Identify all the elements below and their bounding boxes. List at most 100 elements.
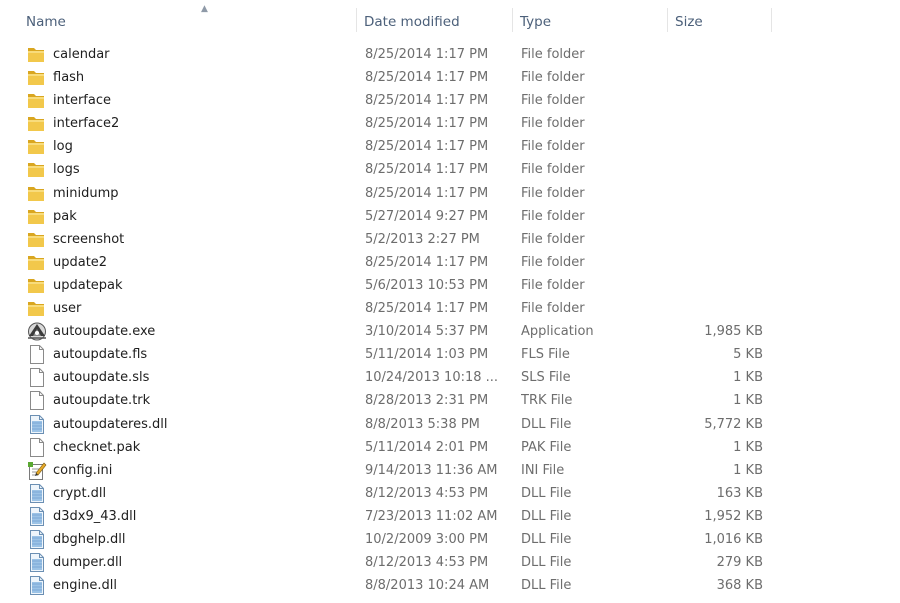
file-row[interactable]: calendar 8/25/2014 1:17 PM File folder bbox=[0, 43, 900, 66]
file-size: 1 KB bbox=[733, 370, 763, 386]
file-row[interactable]: minidump 8/25/2014 1:17 PM File folder bbox=[0, 182, 900, 205]
file-date-modified: 10/24/2013 10:18 ... bbox=[365, 370, 499, 386]
file-size bbox=[668, 205, 763, 228]
file-row[interactable]: crypt.dll 8/12/2013 4:53 PM DLL File 163 KB bbox=[0, 482, 900, 505]
file-row[interactable]: autoupdate.fls 5/11/2014 1:03 PM FLS File 5… bbox=[0, 343, 900, 366]
file-size bbox=[668, 251, 763, 274]
file-type: DLL File bbox=[521, 416, 572, 432]
file-type: SLS File bbox=[521, 370, 571, 386]
file-row[interactable]: autoupdate.sls 10/24/2013 10:18 ... SLS Fi… bbox=[0, 366, 900, 389]
file-name: logs bbox=[53, 162, 80, 178]
file-row[interactable]: pak 5/27/2014 9:27 PM File folder bbox=[0, 205, 900, 228]
file-date-modified: 8/25/2014 1:17 PM bbox=[365, 185, 489, 201]
file-icon bbox=[26, 391, 48, 411]
dll-icon bbox=[26, 576, 48, 596]
file-size: 1,952 KB bbox=[704, 508, 763, 524]
file-date-modified: 5/6/2013 10:53 PM bbox=[365, 277, 489, 293]
file-type: File folder bbox=[521, 254, 585, 270]
column-header-type[interactable]: Type bbox=[513, 0, 668, 42]
folder-icon bbox=[26, 230, 48, 249]
file-type: FLS File bbox=[521, 347, 570, 363]
folder-icon bbox=[26, 137, 48, 156]
file-name: calendar bbox=[53, 47, 110, 62]
file-row[interactable]: autoupdateres.dll 8/8/2013 5:38 PM DLL Fil… bbox=[0, 413, 900, 436]
dll-icon bbox=[26, 553, 48, 573]
file-name: autoupdate.exe bbox=[53, 324, 156, 340]
file-list: calendar 8/25/2014 1:17 PM File folder flas… bbox=[0, 43, 900, 597]
file-type: File folder bbox=[521, 70, 585, 86]
file-row[interactable]: updatepak 5/6/2013 10:53 PM File folder bbox=[0, 274, 900, 297]
file-type: DLL File bbox=[521, 485, 572, 501]
file-name: interface bbox=[53, 93, 111, 109]
file-size: 163 KB bbox=[716, 485, 763, 501]
file-date-modified: 8/12/2013 4:53 PM bbox=[365, 485, 489, 501]
file-size: 5,772 KB bbox=[704, 416, 763, 432]
file-row[interactable]: logs 8/25/2014 1:17 PM File folder bbox=[0, 158, 900, 181]
file-icon bbox=[26, 368, 48, 388]
folder-icon bbox=[26, 253, 48, 272]
file-type: TRK File bbox=[521, 393, 573, 409]
file-row[interactable]: log 8/25/2014 1:17 PM File folder bbox=[0, 135, 900, 158]
file-date-modified: 7/23/2013 11:02 AM bbox=[365, 508, 498, 524]
file-row[interactable]: update2 8/25/2014 1:17 PM File folder bbox=[0, 251, 900, 274]
file-row[interactable]: dumper.dll 8/12/2013 4:53 PM DLL File 279 K… bbox=[0, 551, 900, 574]
folder-icon bbox=[26, 68, 48, 87]
file-name: autoupdate.fls bbox=[53, 347, 148, 363]
file-row[interactable]: checknet.pak 5/11/2014 2:01 PM PAK File 1 K… bbox=[0, 436, 900, 459]
dll-icon bbox=[26, 506, 48, 526]
column-header-name-label: Name bbox=[26, 14, 66, 30]
file-date-modified: 8/25/2014 1:17 PM bbox=[365, 301, 489, 317]
file-size: 1 KB bbox=[733, 393, 763, 409]
file-row[interactable]: screenshot 5/2/2013 2:27 PM File folder bbox=[0, 228, 900, 251]
file-row[interactable]: autoupdate.exe 3/10/2014 5:37 PM Applicati… bbox=[0, 320, 900, 343]
file-type: File folder bbox=[521, 162, 585, 178]
file-row[interactable]: flash 8/25/2014 1:17 PM File folder bbox=[0, 66, 900, 89]
file-row[interactable]: interface 8/25/2014 1:17 PM File folder bbox=[0, 89, 900, 112]
folder-icon bbox=[26, 160, 48, 179]
file-date-modified: 9/14/2013 11:36 AM bbox=[365, 462, 498, 478]
file-size bbox=[668, 43, 763, 66]
sort-ascending-icon: ▲ bbox=[201, 4, 208, 14]
file-date-modified: 8/12/2013 4:53 PM bbox=[365, 555, 489, 571]
column-header-date-modified[interactable]: Date modified bbox=[357, 0, 513, 42]
file-date-modified: 8/28/2013 2:31 PM bbox=[365, 393, 489, 409]
folder-icon bbox=[26, 45, 48, 64]
file-row[interactable]: config.ini 9/14/2013 11:36 AM INI File 1 KB bbox=[0, 459, 900, 482]
file-type: DLL File bbox=[521, 508, 572, 524]
file-name: interface2 bbox=[53, 116, 120, 132]
file-row[interactable]: user 8/25/2014 1:17 PM File folder bbox=[0, 297, 900, 320]
file-name: autoupdateres.dll bbox=[53, 416, 168, 432]
file-row[interactable]: autoupdate.trk 8/28/2013 2:31 PM TRK File 1… bbox=[0, 389, 900, 412]
file-name: dumper.dll bbox=[53, 555, 123, 571]
column-header-date-label: Date modified bbox=[364, 14, 460, 30]
file-name: log bbox=[53, 139, 73, 155]
file-size: 1 KB bbox=[733, 439, 763, 455]
file-size: 279 KB bbox=[716, 555, 763, 571]
column-header-size-label: Size bbox=[675, 14, 703, 30]
file-size: 368 KB bbox=[716, 578, 763, 594]
file-row[interactable]: d3dx9_43.dll 7/23/2013 11:02 AM DLL File 1,… bbox=[0, 505, 900, 528]
file-type: File folder bbox=[521, 116, 585, 132]
file-date-modified: 8/25/2014 1:17 PM bbox=[365, 93, 489, 109]
file-date-modified: 8/25/2014 1:17 PM bbox=[365, 254, 489, 270]
file-size: 1,016 KB bbox=[704, 531, 763, 547]
column-divider[interactable] bbox=[771, 8, 772, 32]
file-date-modified: 8/25/2014 1:17 PM bbox=[365, 139, 489, 155]
file-type: DLL File bbox=[521, 578, 572, 594]
file-row[interactable]: engine.dll 8/8/2013 10:24 AM DLL File 368 K… bbox=[0, 574, 900, 597]
file-row[interactable]: interface2 8/25/2014 1:17 PM File folder bbox=[0, 112, 900, 135]
file-icon bbox=[26, 345, 48, 365]
column-header-size[interactable]: Size bbox=[668, 0, 772, 42]
file-type: File folder bbox=[521, 93, 585, 109]
file-size: 1 KB bbox=[733, 462, 763, 478]
column-header-name[interactable]: Name ▲ bbox=[19, 0, 357, 42]
file-size: 5 KB bbox=[733, 347, 763, 363]
file-name: user bbox=[53, 301, 82, 317]
file-name: update2 bbox=[53, 254, 108, 270]
file-date-modified: 5/11/2014 2:01 PM bbox=[365, 439, 489, 455]
file-date-modified: 8/8/2013 10:24 AM bbox=[365, 578, 490, 594]
file-row[interactable]: dbghelp.dll 10/2/2009 3:00 PM DLL File 1,01… bbox=[0, 528, 900, 551]
column-header-type-label: Type bbox=[520, 14, 552, 30]
file-type: File folder bbox=[521, 208, 585, 224]
file-date-modified: 5/11/2014 1:03 PM bbox=[365, 347, 489, 363]
